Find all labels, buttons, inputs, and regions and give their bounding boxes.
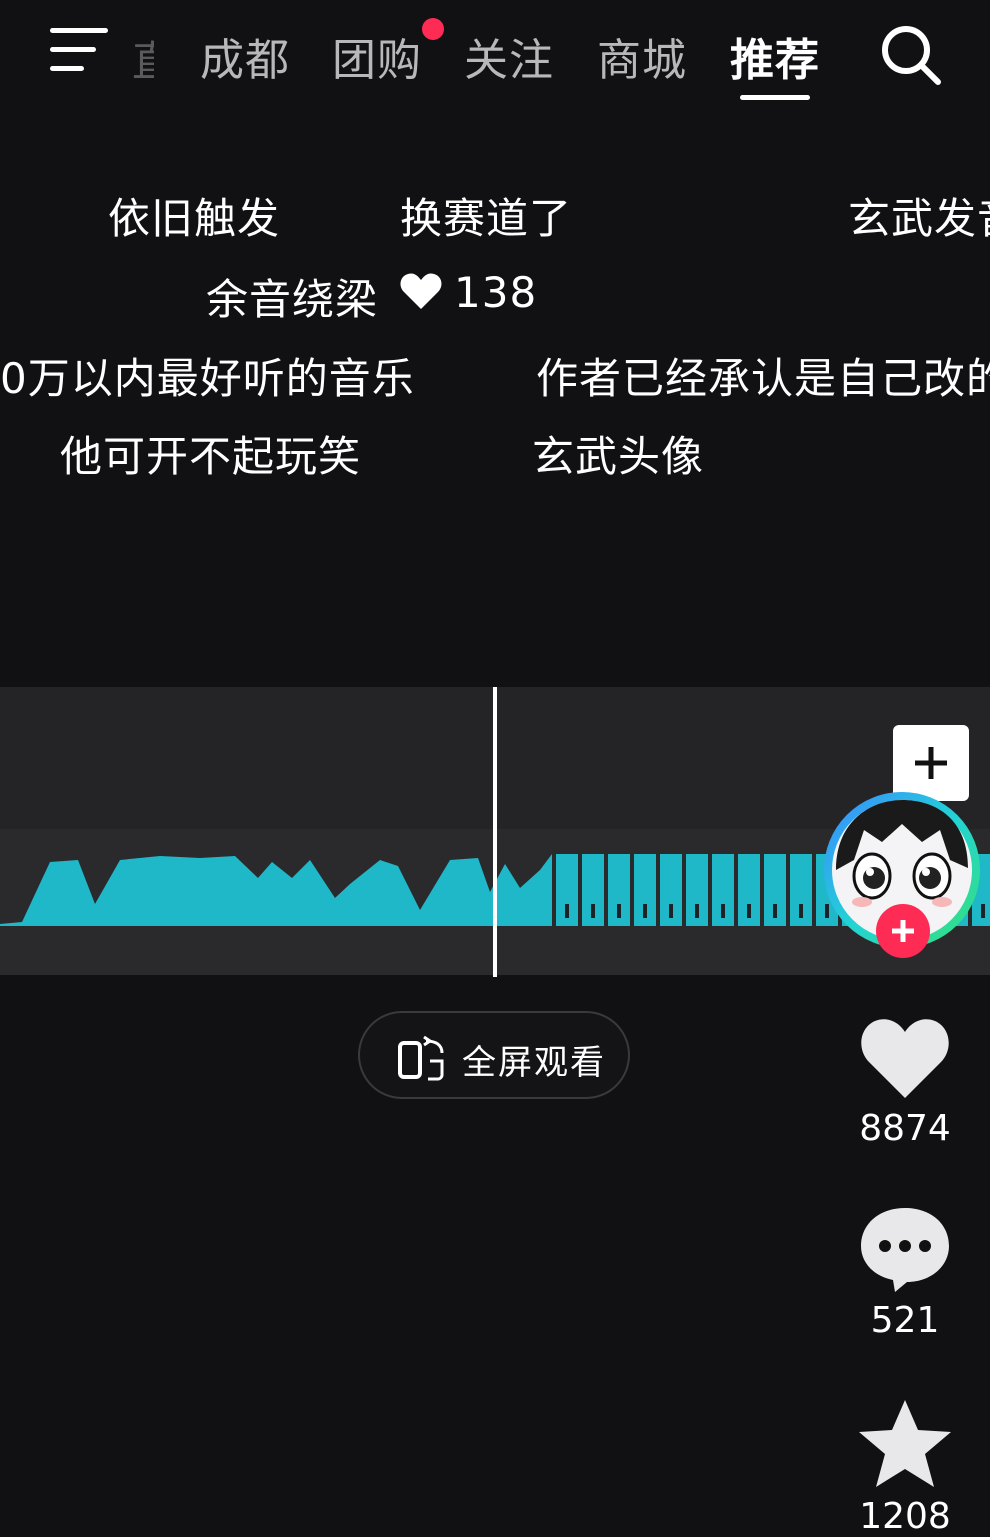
menu-icon[interactable]	[50, 28, 110, 74]
top-navigation: 直 成都 团购 关注 商城 推荐	[0, 0, 990, 110]
danmaku-comment: 0万以内最好听的音乐	[0, 354, 415, 403]
comment-button[interactable]: 521	[850, 1204, 960, 1341]
danmaku-comment: 玄武头像	[532, 432, 705, 481]
waveform-segment-mark	[799, 904, 803, 918]
star-icon	[859, 1400, 951, 1487]
waveform-segment-mark	[591, 904, 595, 918]
waveform-segment-mark	[721, 904, 725, 918]
danmaku-comment: 换赛道了	[400, 194, 573, 243]
rotate-screen-icon	[398, 1035, 444, 1081]
tab-mall[interactable]: 商城	[597, 24, 687, 88]
danmaku-comment: 作者已经承认是自己改的	[536, 354, 990, 403]
tab-group-buy[interactable]: 团购	[332, 24, 422, 88]
danmaku-comment: 玄武发音	[848, 194, 990, 243]
search-icon[interactable]	[878, 22, 944, 88]
playhead[interactable]	[493, 687, 497, 977]
danmaku-like-count: 138	[454, 268, 538, 317]
heart-icon	[400, 273, 442, 309]
waveform-segment-mark	[695, 904, 699, 918]
waveform-segment-mark	[669, 904, 673, 918]
waveform-segment-mark	[617, 904, 621, 918]
tab-chengdu[interactable]: 成都	[200, 24, 290, 88]
heart-icon	[861, 1019, 949, 1098]
tab-recommend[interactable]: 推荐	[730, 24, 820, 88]
favorite-button[interactable]: 1208	[850, 1398, 960, 1537]
waveform-segment-mark	[565, 904, 569, 918]
tab-partial[interactable]: 直	[132, 28, 154, 89]
tab-following[interactable]: 关注	[464, 24, 554, 88]
danmaku-comment: 他可开不起玩笑	[60, 432, 362, 481]
like-button[interactable]: 8874	[850, 1012, 960, 1149]
comment-icon	[861, 1208, 949, 1292]
fullscreen-button[interactable]: 全屏观看	[358, 1011, 630, 1099]
waveform-segment-mark	[747, 904, 751, 918]
waveform-segment-mark	[773, 904, 777, 918]
follow-button[interactable]	[876, 904, 930, 958]
favorite-count: 1208	[859, 1496, 951, 1537]
notification-dot	[422, 18, 444, 40]
fullscreen-label: 全屏观看	[462, 1043, 606, 1083]
plus-icon	[892, 920, 914, 942]
active-tab-indicator	[740, 95, 810, 100]
comment-count: 521	[870, 1300, 940, 1341]
waveform-segment-mark	[643, 904, 647, 918]
danmaku-comment: 余音绕梁	[206, 275, 379, 324]
like-count: 8874	[859, 1108, 951, 1149]
danmaku-comment: 依旧触发	[108, 194, 281, 243]
